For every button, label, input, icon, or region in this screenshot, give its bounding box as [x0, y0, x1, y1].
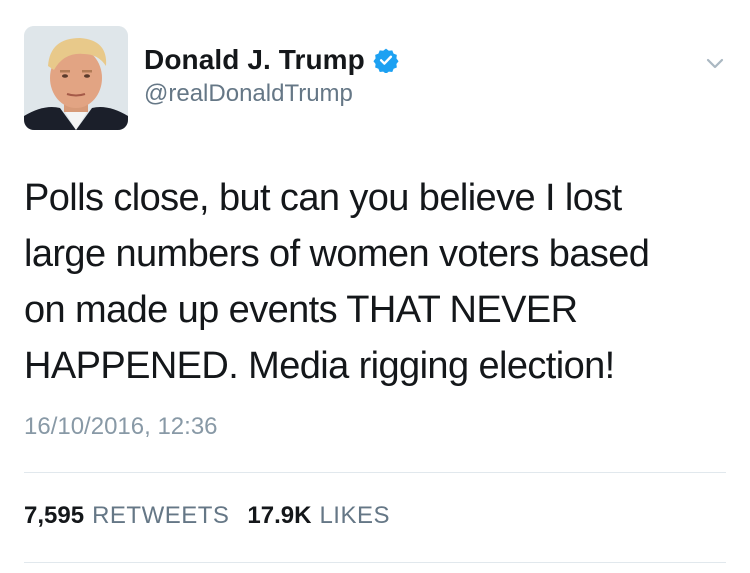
- name-row: Donald J. Trump: [144, 42, 399, 78]
- verified-badge-icon: [373, 47, 399, 74]
- user-handle[interactable]: @realDonaldTrump: [144, 80, 353, 108]
- retweets-label: RETWEETS: [92, 502, 230, 529]
- display-name[interactable]: Donald J. Trump: [144, 44, 365, 76]
- avatar[interactable]: [24, 26, 128, 130]
- likes-stat[interactable]: 17.9K LIKES: [247, 502, 390, 530]
- chevron-down-icon[interactable]: [700, 48, 730, 78]
- avatar-image: [24, 26, 128, 130]
- retweets-count: 7,595: [24, 502, 85, 529]
- likes-count: 17.9K: [247, 502, 312, 529]
- likes-label: LIKES: [319, 502, 390, 529]
- tweet-text: Polls close, but can you believe I lost …: [24, 177, 650, 387]
- retweets-stat[interactable]: 7,595 RETWEETS: [24, 502, 229, 530]
- divider: [24, 562, 726, 563]
- divider: [24, 472, 726, 473]
- tweet-timestamp[interactable]: 16/10/2016, 12:36: [24, 413, 218, 441]
- tweet-stats: 7,595 RETWEETS 17.9K LIKES: [24, 502, 390, 530]
- tweet-card: Donald J. Trump @realDonaldTrump Polls c…: [0, 0, 750, 573]
